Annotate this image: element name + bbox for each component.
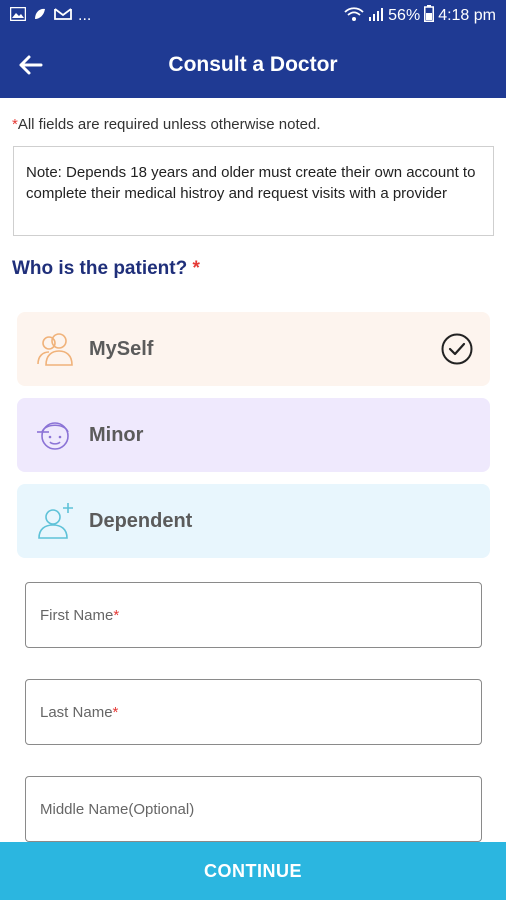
status-overflow: ...	[78, 7, 92, 24]
option-label: Minor	[89, 423, 144, 446]
arrow-left-icon	[19, 55, 43, 75]
child-face-icon	[37, 422, 69, 450]
field-label: First Name	[40, 606, 114, 624]
middle-name-placeholder: Middle Name(Optional)	[40, 801, 194, 818]
signal-icon	[368, 6, 384, 27]
option-dependent[interactable]: Dependent	[17, 484, 490, 558]
status-bar: ... 56% 4:18 pm	[0, 0, 506, 32]
option-myself[interactable]: MySelf	[17, 312, 490, 386]
required-note: *All fields are required unless otherwis…	[12, 116, 321, 133]
form-content: * All fields are required unless otherwis…	[0, 98, 506, 842]
mail-icon	[54, 7, 72, 26]
field-label: Last Name	[40, 703, 113, 721]
wifi-icon	[344, 6, 364, 27]
required-star: *	[112, 703, 119, 721]
gallery-icon	[9, 6, 27, 26]
required-star: *	[192, 258, 200, 279]
person-pair-icon	[37, 333, 73, 366]
patient-question-text: Who is the patient?	[12, 258, 188, 279]
last-name-placeholder: Last Name*	[40, 704, 118, 721]
last-name-field[interactable]: Last Name*	[25, 679, 482, 745]
battery-icon	[424, 5, 435, 27]
note-box: Note: Depends 18 years and older must cr…	[13, 146, 494, 236]
required-star: *	[113, 606, 120, 624]
clock: 4:18 pm	[438, 7, 496, 24]
continue-button[interactable]: CONTINUE	[0, 842, 506, 900]
middle-name-field[interactable]: Middle Name(Optional)	[25, 776, 482, 842]
first-name-placeholder: First Name*	[40, 607, 119, 624]
first-name-field[interactable]: First Name*	[25, 582, 482, 648]
app-bar: Consult a Doctor	[0, 32, 506, 98]
field-label: Middle Name(Optional)	[40, 800, 195, 818]
required-note-text: All fields are required unless otherwise…	[17, 116, 321, 133]
app-icon	[32, 6, 48, 27]
person-add-icon	[38, 503, 73, 539]
patient-question: Who is the patient? *	[12, 258, 200, 280]
option-minor[interactable]: Minor	[17, 398, 490, 472]
back-button[interactable]	[16, 50, 46, 80]
check-circle-icon	[441, 333, 473, 365]
page-title: Consult a Doctor	[168, 53, 338, 76]
option-label: MySelf	[89, 337, 154, 360]
status-left: ...	[9, 6, 92, 27]
status-right: 56% 4:18 pm	[344, 5, 496, 27]
option-label: Dependent	[89, 509, 193, 532]
battery-percent: 56%	[388, 7, 421, 24]
